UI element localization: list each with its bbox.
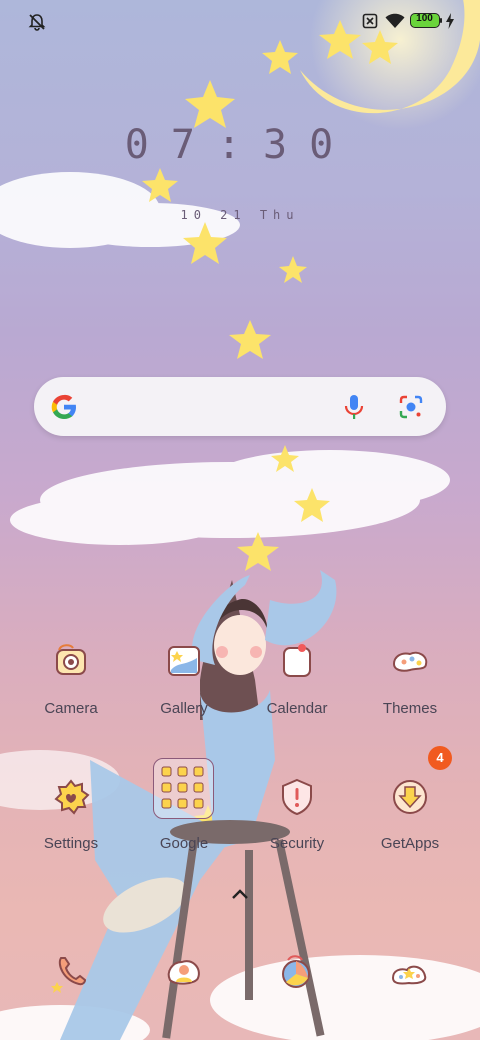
themes-label: Themes xyxy=(382,700,438,717)
app-security[interactable]: Security xyxy=(241,775,353,885)
calendar-icon xyxy=(283,644,311,677)
battery-level: 100 xyxy=(416,13,433,24)
camera-icon xyxy=(56,644,86,675)
getapps-label: GetApps xyxy=(380,835,440,852)
wifi-icon xyxy=(385,13,405,28)
security-shield-icon xyxy=(282,778,312,816)
microphone-icon[interactable] xyxy=(343,393,365,421)
security-label: Security xyxy=(269,835,325,852)
google-folder-label: Google xyxy=(159,835,209,852)
app-camera[interactable]: Camera xyxy=(15,640,127,750)
folder-mini-icons xyxy=(161,766,204,809)
contacts-icon[interactable] xyxy=(162,950,206,994)
lockscreen-date: 10 21 Thu xyxy=(180,208,300,222)
google-search-bar[interactable] xyxy=(34,377,446,436)
sim-none-icon xyxy=(362,13,378,29)
gallery-label: Gallery xyxy=(160,700,208,717)
settings-gear-icon xyxy=(54,779,90,815)
charging-icon xyxy=(446,13,454,29)
app-themes[interactable]: Themes xyxy=(354,640,466,750)
app-gallery[interactable]: Gallery xyxy=(128,640,240,750)
phone-icon[interactable] xyxy=(49,950,93,994)
getapps-icon xyxy=(393,780,427,814)
calendar-label: Calendar xyxy=(266,700,328,717)
messages-icon[interactable] xyxy=(387,950,431,994)
settings-label: Settings xyxy=(43,835,99,852)
battery-tip xyxy=(440,18,442,23)
app-settings[interactable]: Settings xyxy=(15,775,127,885)
themes-icon xyxy=(392,651,428,672)
gallery-icon xyxy=(168,646,200,676)
lockscreen-clock: 07:30 xyxy=(124,122,356,168)
google-lens-icon[interactable] xyxy=(398,394,424,420)
app-getapps[interactable]: GetApps xyxy=(354,775,466,885)
camera-label: Camera xyxy=(44,700,98,717)
google-g-icon[interactable] xyxy=(50,393,78,421)
browser-icon[interactable] xyxy=(274,950,318,994)
notifications-off-icon xyxy=(28,14,46,31)
google-folder-icon xyxy=(153,758,214,819)
app-google-folder[interactable]: Google xyxy=(128,758,240,885)
status-bar: 100 xyxy=(0,0,480,42)
battery-icon: 100 xyxy=(410,13,440,28)
app-drawer-chevron-icon[interactable] xyxy=(231,888,249,900)
getapps-notification-badge: 4 xyxy=(428,746,452,770)
app-calendar[interactable]: Calendar xyxy=(241,640,353,750)
